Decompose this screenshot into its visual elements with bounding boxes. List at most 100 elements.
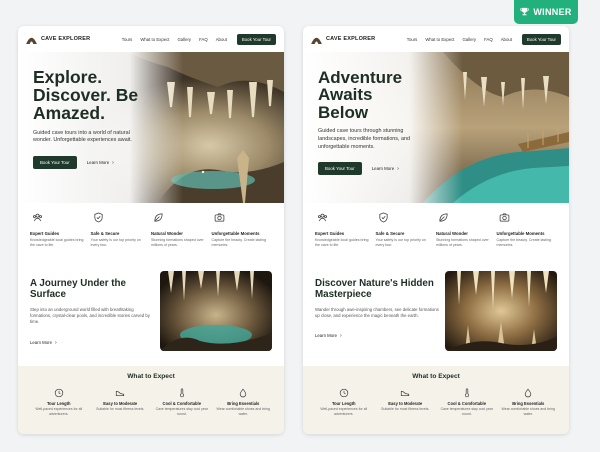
- hero-title: Adventure Awaits Below: [318, 68, 403, 122]
- shield-icon: [378, 212, 388, 223]
- people-icon: [33, 213, 42, 222]
- expect-item-desc: Wear comfortable shoes and bring water.: [501, 407, 555, 416]
- expect-title: What to Expect: [127, 373, 175, 380]
- feature-expert-guides: Expert Guides Knowledgeable local guides…: [315, 212, 376, 271]
- hero-section: Explore. Discover. Be Amazed. Guided cav…: [18, 52, 284, 203]
- feature-title: Expert Guides: [30, 231, 60, 236]
- what-to-expect-section: What to Expect Tour Length Well-paced ex…: [18, 366, 284, 434]
- water-drop-icon: [240, 388, 247, 398]
- expect-item-desc: Suitable for most fitness levels.: [96, 407, 145, 411]
- feature-title: Safe & Secure: [90, 231, 120, 236]
- feature-desc: Your safety is our top priority on every…: [90, 237, 141, 247]
- story-learn-more-link[interactable]: Learn More ›: [30, 340, 57, 346]
- hero-section: Adventure Awaits Below Guided cave tours…: [303, 52, 569, 203]
- feature-natural-wonder: Natural Wonder Stunning formations shape…: [436, 212, 497, 271]
- feature-title: Unforgettable Moments: [496, 231, 545, 236]
- hero-learn-more-link[interactable]: Learn More ›: [87, 160, 114, 166]
- feature-desc: Capture the beauty. Create lasting memor…: [496, 237, 551, 247]
- features-row: Expert Guides Knowledgeable local guides…: [18, 203, 284, 271]
- shoe-icon: [401, 390, 410, 396]
- expect-essentials: Bring Essentials Wear comfortable shoes …: [498, 388, 560, 417]
- shield-icon: [93, 212, 103, 223]
- water-drop-icon: [525, 388, 532, 398]
- feature-desc: Stunning formations shaped over millions…: [151, 237, 204, 247]
- nav-link-faq[interactable]: FAQ: [199, 37, 208, 42]
- expect-item-desc: Cave temperatures stay cool year round.: [155, 407, 208, 416]
- thermometer-icon: [464, 388, 469, 398]
- chevron-right-icon: ›: [339, 333, 342, 340]
- story-title: Discover Nature's Hidden Masterpiece: [315, 278, 434, 300]
- learn-more-label: Learn More: [86, 159, 110, 165]
- expect-item-desc: Well-paced experiences for all adventure…: [35, 407, 83, 416]
- learn-more-label: Learn More: [371, 165, 395, 171]
- winner-label: WINNER: [533, 7, 572, 17]
- clock-icon: [54, 388, 63, 398]
- nav-book-tour-button[interactable]: Book Your Tour: [236, 33, 276, 45]
- feature-title: Expert Guides: [315, 231, 345, 236]
- story-section: Discover Nature's Hidden Masterpiece Wan…: [303, 271, 569, 361]
- story-title: A Journey Under the Surface: [30, 278, 126, 300]
- nav-link-about[interactable]: About: [216, 37, 227, 42]
- nav-link-gallery[interactable]: Gallery: [462, 37, 476, 42]
- expect-item-title: Easy to Moderate: [388, 401, 423, 406]
- feature-unforgettable-moments: Unforgettable Moments Capture the beauty…: [212, 212, 273, 271]
- expect-temperature: Cool & Comfortable Cave temperatures sta…: [151, 388, 213, 417]
- hero-title: Explore. Discover. Be Amazed.: [33, 67, 139, 123]
- expect-tour-length: Tour Length Well-paced experiences for a…: [28, 388, 90, 417]
- story-learn-more-link[interactable]: Learn More ›: [315, 333, 342, 339]
- expect-essentials: Bring Essentials Wear comfortable shoes …: [213, 388, 275, 417]
- cave-logo-icon: [311, 37, 322, 44]
- nav-link-gallery[interactable]: Gallery: [177, 37, 191, 42]
- nav-link-what-to-expect[interactable]: What to Expect: [425, 37, 454, 42]
- feature-desc: Knowledgeable local guides bring the cav…: [30, 237, 84, 247]
- thermometer-icon: [179, 388, 184, 398]
- nav-link-tours[interactable]: Tours: [122, 37, 133, 42]
- expect-item-desc: Suitable for most fitness levels.: [381, 407, 430, 411]
- camera-icon: [214, 213, 224, 222]
- landing-page-variant-b: CAVE EXPLORER Tours What to Expect Galle…: [303, 26, 569, 434]
- nav-link-tours[interactable]: Tours: [407, 37, 418, 42]
- story-cave-image: [160, 271, 272, 351]
- shoe-icon: [116, 390, 125, 396]
- nav-link-about[interactable]: About: [501, 37, 512, 42]
- expect-item-title: Cool & Comfortable: [447, 401, 486, 406]
- chevron-right-icon: ›: [397, 165, 399, 172]
- camera-icon: [499, 213, 509, 222]
- feature-title: Natural Wonder: [436, 231, 468, 236]
- nav-link-faq[interactable]: FAQ: [484, 37, 493, 42]
- expect-item-title: Bring Essentials: [512, 401, 545, 406]
- expect-item-desc: Wear comfortable shoes and bring water.: [216, 407, 270, 416]
- feature-expert-guides: Expert Guides Knowledgeable local guides…: [30, 212, 91, 271]
- feature-safe-secure: Safe & Secure Your safety is our top pri…: [376, 212, 437, 271]
- trophy-icon: [520, 7, 530, 18]
- people-icon: [318, 213, 327, 222]
- expect-title: What to Expect: [412, 373, 460, 380]
- feature-safe-secure: Safe & Secure Your safety is our top pri…: [91, 212, 152, 271]
- feature-desc: Knowledgeable local guides bring the cav…: [315, 237, 369, 247]
- logo[interactable]: CAVE EXPLORER: [26, 35, 90, 44]
- leaf-icon: [439, 213, 448, 222]
- story-section: A Journey Under the Surface Step into an…: [18, 271, 284, 361]
- feature-title: Natural Wonder: [151, 231, 183, 236]
- what-to-expect-section: What to Expect Tour Length Well-paced ex…: [303, 366, 569, 434]
- expect-difficulty: Easy to Moderate Suitable for most fitne…: [90, 388, 152, 417]
- expect-item-title: Tour Length: [46, 401, 71, 406]
- hero-book-tour-button[interactable]: Book Your Tour: [33, 156, 77, 170]
- hero-book-tour-button[interactable]: Book Your Tour: [318, 162, 362, 176]
- top-nav: CAVE EXPLORER Tours What to Expect Galle…: [18, 26, 284, 52]
- clock-icon: [339, 388, 348, 398]
- story-subtitle: Wander through awe-inspiring chambers, s…: [315, 306, 439, 319]
- story-subtitle: Step into an underground world filled wi…: [30, 306, 150, 325]
- hero-subtitle: Guided cave tours through stunning lands…: [318, 127, 410, 150]
- landing-page-variant-a: CAVE EXPLORER Tours What to Expect Galle…: [18, 26, 284, 434]
- top-nav: CAVE EXPLORER Tours What to Expect Galle…: [303, 26, 569, 52]
- expect-item-desc: Cave temperatures stay cool year round.: [440, 407, 493, 416]
- hero-learn-more-link[interactable]: Learn More ›: [372, 166, 399, 172]
- brand-name: CAVE EXPLORER: [41, 36, 91, 42]
- nav-link-what-to-expect[interactable]: What to Expect: [140, 37, 169, 42]
- feature-unforgettable-moments: Unforgettable Moments Capture the beauty…: [497, 212, 558, 271]
- logo[interactable]: CAVE EXPLORER: [311, 35, 375, 44]
- nav-book-tour-button[interactable]: Book Your Tour: [521, 33, 561, 45]
- chevron-right-icon: ›: [54, 339, 57, 346]
- story-cave-image: [445, 271, 557, 351]
